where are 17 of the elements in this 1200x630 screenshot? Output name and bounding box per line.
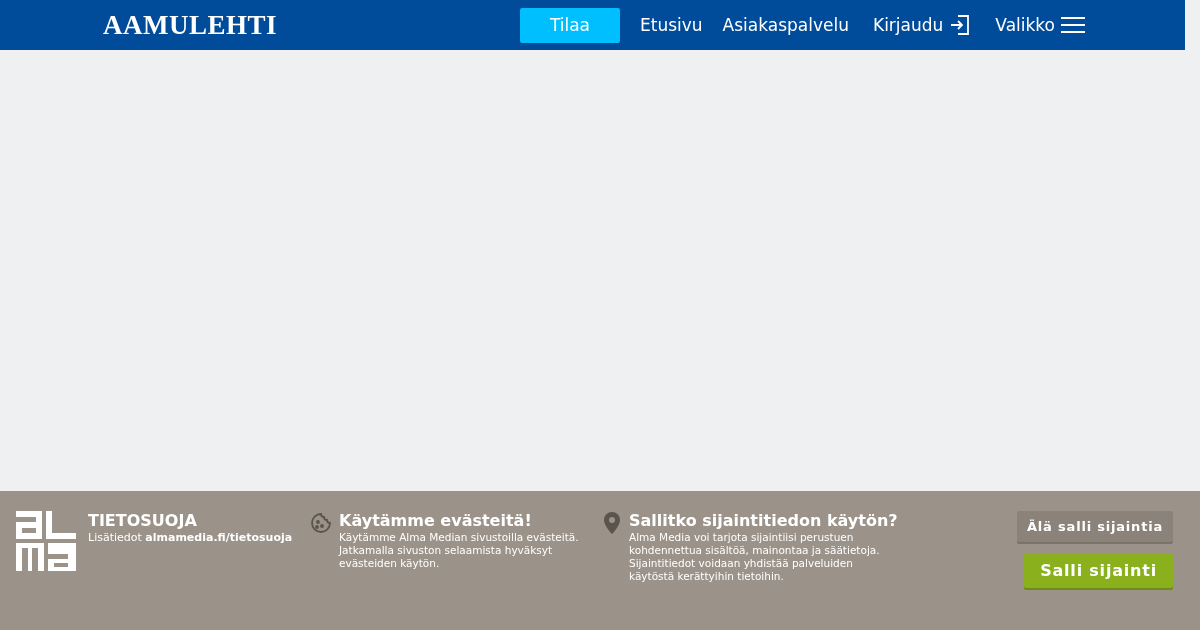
cookie-title: Käytämme evästeitä! <box>339 511 533 531</box>
site-logo[interactable]: AAMULEHTI <box>103 9 277 41</box>
location-title: Sallitko sijaintitiedon käytön? <box>629 511 898 531</box>
menu-icon <box>1061 16 1085 34</box>
privacy-info: Lisätiedot almamedia.fi/tietosuoja <box>88 531 293 544</box>
nav-link[interactable]: Etusivu <box>639 15 703 35</box>
cookie-icon <box>311 513 331 533</box>
login-icon <box>949 14 972 36</box>
privacy-title: TIETOSUOJA <box>88 511 198 531</box>
menu-button[interactable]: Valikko <box>995 15 1085 35</box>
alma-logo-icon <box>16 511 76 571</box>
nav-link[interactable]: Asiakaspalvelu <box>722 15 849 35</box>
location-pin-icon <box>603 512 621 534</box>
login-link[interactable]: Kirjaudu <box>873 14 972 36</box>
cookie-text: Käytämme Alma Median sivustoilla evästeitä. Jatkamalla sivuston selaamista hyväksyt evästeiden käytön. <box>339 531 579 570</box>
location-text: Alma Media voi tarjota sijaintiisi perustuen kohdennettua sisältöä, mainontaa ja säätietoja. Sijaintitiedot voidaan yhdistää palveluiden käytöstä kerättyihin tietoihin. <box>629 531 881 583</box>
deny-location-button[interactable]: Älä salli sijaintia <box>1017 511 1173 542</box>
